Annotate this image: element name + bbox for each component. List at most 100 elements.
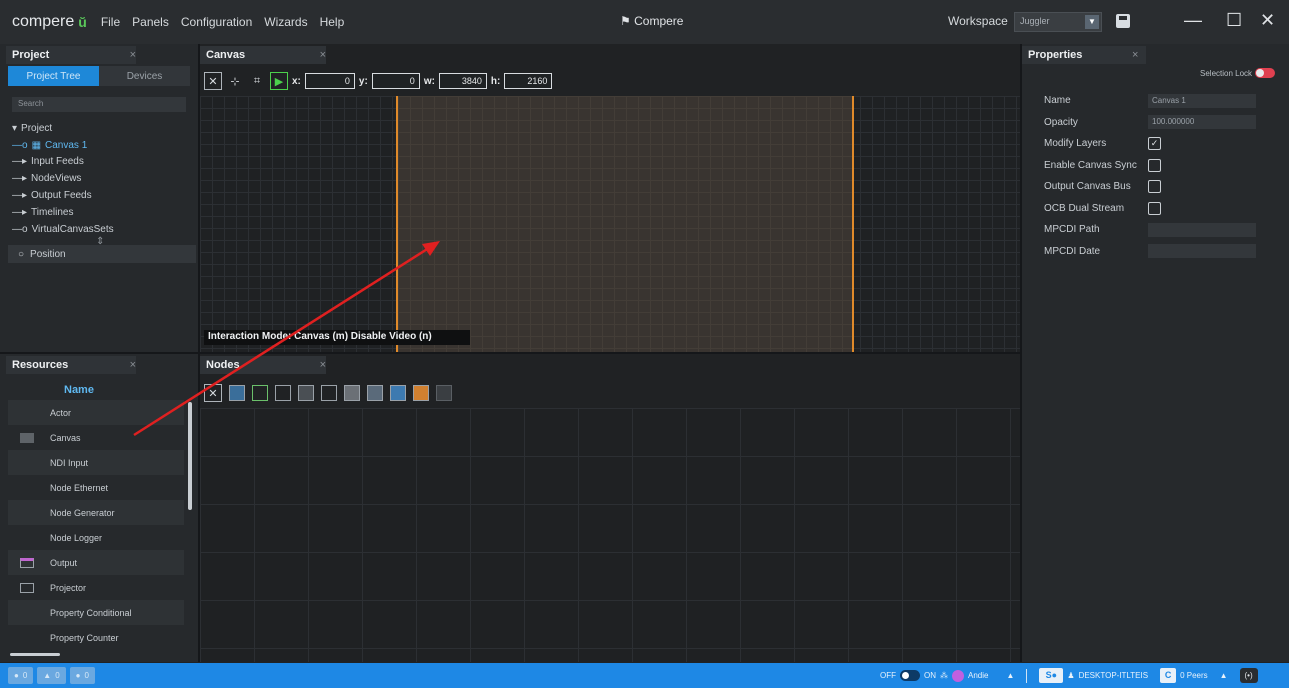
fit-icon[interactable]: ✕ — [204, 384, 222, 402]
frame-icon[interactable] — [321, 385, 337, 401]
name-field[interactable]: Canvas 1 — [1148, 93, 1256, 108]
close-button[interactable]: ✕ — [1260, 10, 1275, 31]
status-chip[interactable]: ● 0 — [69, 667, 95, 684]
chevron-up-icon[interactable]: ▲ — [1006, 671, 1014, 680]
peers-icon[interactable]: C — [1160, 668, 1177, 683]
menu-panels[interactable]: Panels — [132, 15, 169, 29]
close-icon[interactable]: × — [320, 49, 326, 61]
menu-configuration[interactable]: Configuration — [181, 15, 252, 29]
expand-icon[interactable]: ▾ — [12, 123, 17, 134]
modify-layers-checkbox[interactable]: ✓ — [1148, 137, 1161, 151]
chip-count: 0 — [22, 671, 28, 680]
close-icon[interactable]: × — [1132, 49, 1138, 61]
group-icon[interactable] — [298, 385, 314, 401]
vertical-divider[interactable] — [1020, 44, 1022, 662]
prop-ocb-dual-stream: OCB Dual Stream — [1044, 198, 1258, 220]
broadcast-icon[interactable]: (•) — [1239, 668, 1258, 683]
sprout-icon: ŭ — [78, 14, 87, 30]
enable-canvas-sync-checkbox[interactable] — [1148, 158, 1161, 172]
user-avatar[interactable] — [952, 669, 964, 682]
connector-icon: —o — [12, 223, 28, 235]
crop-icon[interactable]: ⌗ — [248, 72, 266, 90]
resource-node-logger[interactable]: Node Logger — [8, 525, 184, 550]
menu-file[interactable]: File — [101, 15, 120, 29]
resource-property-counter[interactable]: Property Counter — [8, 625, 184, 650]
status-chip[interactable]: ● 0 — [8, 667, 34, 684]
mpcdi-path-field[interactable] — [1148, 222, 1256, 237]
prop-mpcdi-path: MPCDI Path — [1044, 219, 1258, 241]
tree-item-canvas[interactable]: —o ▦ Canvas 1 — [12, 137, 114, 154]
maximize-button[interactable]: ☐ — [1226, 10, 1242, 31]
canvas-1-region[interactable] — [396, 96, 854, 352]
resources-list: Actor Canvas NDI Input Node Ethernet Nod… — [8, 400, 184, 650]
tab-project-tree[interactable]: Project Tree — [8, 66, 99, 86]
minimize-button[interactable]: — — [1184, 10, 1202, 31]
close-icon[interactable]: × — [320, 359, 326, 371]
opacity-field[interactable]: 100.000000 — [1148, 115, 1256, 130]
tab-devices[interactable]: Devices — [99, 66, 190, 86]
resource-node-ethernet[interactable]: Node Ethernet — [8, 475, 184, 500]
tree-item-timelines[interactable]: —▸ Timelines — [12, 204, 114, 221]
mpcdi-date-field[interactable] — [1148, 244, 1256, 259]
output-canvas-bus-checkbox[interactable] — [1148, 180, 1161, 194]
resource-ndi-input[interactable]: NDI Input — [8, 450, 184, 475]
workspace-select[interactable]: Juggler ▼ — [1014, 12, 1102, 32]
resources-scrollbar-horizontal[interactable] — [10, 653, 60, 656]
resource-output[interactable]: Output — [8, 550, 184, 575]
session-icon[interactable]: S● — [1039, 668, 1064, 683]
tree-item-nodeviews[interactable]: —▸ NodeViews — [12, 170, 114, 187]
close-icon[interactable]: × — [130, 49, 136, 61]
output-icon — [20, 557, 34, 568]
select-move-icon[interactable]: ⊹ — [226, 72, 244, 90]
circle-icon: ● — [75, 671, 81, 680]
tree-label: Project — [21, 122, 53, 134]
menu-help[interactable]: Help — [320, 15, 345, 29]
resource-projector[interactable]: Projector — [8, 575, 184, 600]
close-icon[interactable]: × — [130, 359, 136, 371]
resource-canvas[interactable]: Canvas — [8, 425, 184, 450]
height-field[interactable]: 2160 — [504, 73, 553, 89]
play-icon[interactable]: ▶ — [270, 72, 288, 90]
resource-actor[interactable]: Actor — [8, 400, 184, 425]
width-field[interactable]: 3840 — [438, 73, 487, 89]
selection-lock-label: Selection Lock — [1200, 68, 1253, 78]
device-name[interactable]: DESKTOP-ITLTEIS — [1079, 671, 1149, 680]
ocb-dual-stream-checkbox[interactable] — [1148, 201, 1161, 215]
chevron-up-icon[interactable]: ▲ — [1220, 671, 1228, 680]
color-node-icon[interactable] — [229, 385, 245, 401]
on-off-toggle[interactable] — [900, 670, 920, 681]
resources-column-name[interactable]: Name — [12, 381, 182, 399]
tree-label: VirtualCanvasSets — [31, 223, 114, 235]
resource-label: Canvas — [50, 432, 81, 443]
fit-icon[interactable]: ✕ — [204, 72, 222, 90]
canvas-icon: ▦ — [31, 139, 42, 151]
tree-item-project[interactable]: ▾ Project — [12, 120, 114, 137]
dropdown-arrow-icon[interactable]: ▼ — [1085, 15, 1099, 29]
resources-scrollbar-vertical[interactable] — [188, 402, 192, 510]
w-label: w: — [423, 75, 435, 87]
user-name[interactable]: Andie — [968, 671, 988, 680]
x-field[interactable]: 0 — [304, 73, 355, 89]
search-input[interactable]: Search — [12, 97, 186, 112]
status-chip[interactable]: ▲ 0 — [37, 667, 66, 684]
align-icon[interactable] — [367, 385, 383, 401]
nodes-graph[interactable] — [200, 408, 1020, 662]
distribute-icon[interactable] — [390, 385, 406, 401]
table-icon[interactable] — [413, 385, 429, 401]
grid-snap-icon[interactable] — [275, 385, 291, 401]
selection-lock-toggle[interactable] — [1255, 68, 1276, 78]
save-icon[interactable] — [1116, 14, 1130, 28]
tree-item-output-feeds[interactable]: —▸ Output Feeds — [12, 187, 114, 204]
peers-count[interactable]: 0 Peers — [1180, 671, 1208, 680]
horizontal-divider[interactable] — [0, 352, 1020, 354]
menu-wizards[interactable]: Wizards — [264, 15, 307, 29]
y-field[interactable]: 0 — [371, 73, 420, 89]
matrix-icon[interactable] — [344, 385, 360, 401]
selection-lock[interactable]: Selection Lock — [1200, 68, 1276, 78]
resource-node-generator[interactable]: Node Generator — [8, 500, 184, 525]
tree-item-input-feeds[interactable]: —▸ Input Feeds — [12, 154, 114, 171]
tree-layout-icon[interactable] — [252, 385, 268, 401]
position-row[interactable]: ○ Position — [8, 245, 196, 263]
resource-property-conditional[interactable]: Property Conditional — [8, 600, 184, 625]
chip-count: 0 — [55, 671, 60, 680]
